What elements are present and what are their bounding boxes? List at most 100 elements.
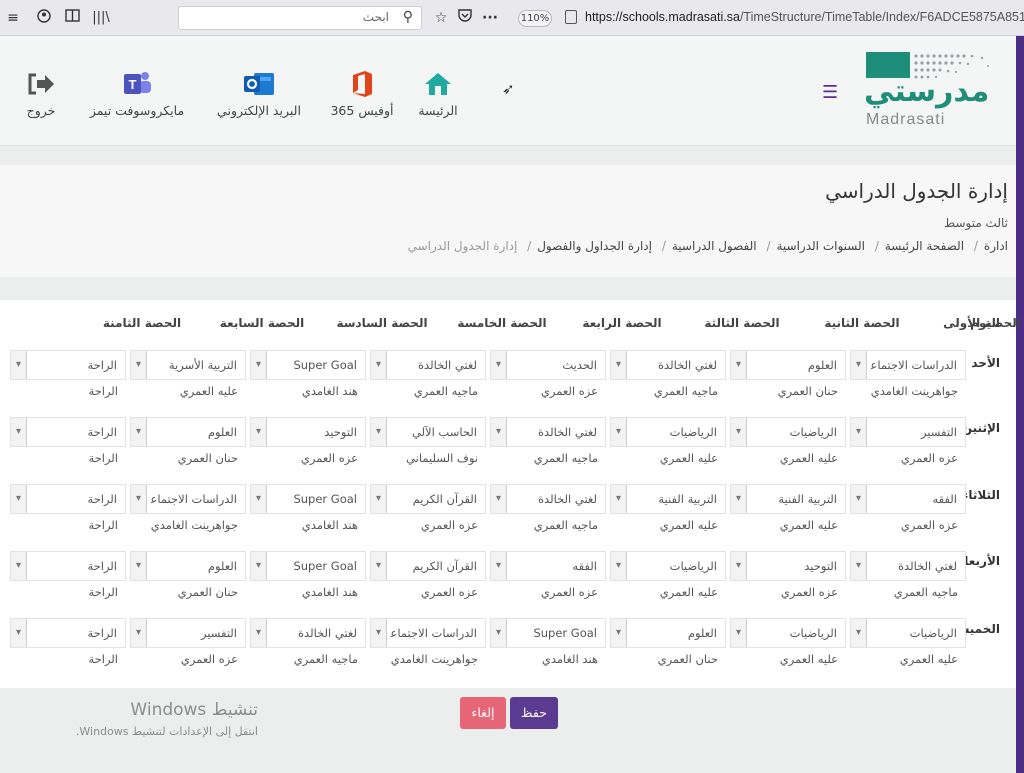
subject-select[interactable]: ▾ الراحة	[10, 618, 126, 648]
subject-select[interactable]: ▾ العلوم	[130, 417, 246, 447]
chevron-down-icon[interactable]: ▾	[11, 351, 27, 379]
subject-select[interactable]: ▾ القرآن الكريم	[370, 551, 486, 581]
search-input[interactable]: ⚲ ابحث	[178, 6, 422, 30]
subject-select[interactable]: ▾ لغتي الخالدة	[250, 618, 366, 648]
account-icon[interactable]	[36, 9, 52, 27]
zoom-level[interactable]: 110%	[518, 10, 552, 27]
subject-select[interactable]: ▾ التفسير	[130, 618, 246, 648]
page-info-icon[interactable]	[565, 10, 577, 24]
chevron-down-icon[interactable]: ▾	[11, 552, 27, 580]
reader-view-icon[interactable]	[64, 9, 80, 27]
subject-select[interactable]: ▾ التوحيد	[730, 551, 846, 581]
subject-select[interactable]: ▾ الراحة	[10, 551, 126, 581]
subject-select[interactable]: ▾ التربية الفنية	[730, 484, 846, 514]
chevron-down-icon[interactable]: ▾	[851, 485, 867, 513]
subject-select[interactable]: ▾ لغتي الخالدة	[370, 350, 486, 380]
cancel-button[interactable]: إلغاء	[460, 697, 506, 729]
breadcrumb-home[interactable]: الصفحة الرئيسة	[885, 239, 964, 253]
subject-select[interactable]: ▾ العلوم	[130, 551, 246, 581]
subject-select[interactable]: ▾ الرياضيات	[730, 618, 846, 648]
chevron-down-icon[interactable]: ▾	[371, 619, 387, 647]
nav-logout[interactable]: خروج	[0, 70, 101, 118]
subject-select[interactable]: ▾ الفقه	[490, 551, 606, 581]
subject-select[interactable]: ▾ التوحيد	[250, 417, 366, 447]
menu-icon[interactable]: ≡	[6, 9, 20, 27]
chevron-down-icon[interactable]: ▾	[11, 619, 27, 647]
chevron-down-icon[interactable]: ▾	[731, 485, 747, 513]
subject-select[interactable]: ▾ لغتي الخالدة	[610, 350, 726, 380]
madrasati-logo[interactable]: مدرستي Madrasati	[858, 48, 998, 128]
chevron-down-icon[interactable]: ▾	[131, 485, 147, 513]
subject-select[interactable]: ▾ الرياضيات	[730, 417, 846, 447]
chevron-down-icon[interactable]: ▾	[371, 485, 387, 513]
subject-select[interactable]: ▾ الراحة	[10, 484, 126, 514]
chevron-down-icon[interactable]: ▾	[851, 552, 867, 580]
subject-select[interactable]: ▾ Super Goal	[250, 484, 366, 514]
chevron-down-icon[interactable]: ▾	[851, 619, 867, 647]
subject-select[interactable]: ▾ التربية الفنية	[610, 484, 726, 514]
chevron-down-icon[interactable]: ▾	[251, 552, 267, 580]
chevron-down-icon[interactable]: ▾	[251, 619, 267, 647]
chevron-down-icon[interactable]: ▾	[371, 351, 387, 379]
chevron-down-icon[interactable]: ▾	[11, 418, 27, 446]
subject-select[interactable]: ▾ الرياضيات	[610, 551, 726, 581]
chevron-down-icon[interactable]: ▾	[851, 418, 867, 446]
chevron-down-icon[interactable]: ▾	[731, 619, 747, 647]
chevron-down-icon[interactable]: ▾	[611, 485, 627, 513]
url-bar[interactable]: https://schools.madrasati.sa/TimeStructu…	[585, 10, 1024, 24]
subject-select[interactable]: ▾ الحاسب الآلي	[370, 417, 486, 447]
chevron-down-icon[interactable]: ▾	[611, 351, 627, 379]
subject-select[interactable]: ▾ الفقه	[850, 484, 966, 514]
chevron-down-icon[interactable]: ▾	[131, 552, 147, 580]
pocket-icon[interactable]	[457, 9, 473, 27]
nav-office365[interactable]: أوفيس 365	[302, 70, 422, 118]
library-icon[interactable]: |||\	[92, 9, 110, 27]
breadcrumb-admin[interactable]: ادارة	[984, 239, 1008, 253]
chevron-down-icon[interactable]: ▾	[851, 351, 867, 379]
chevron-down-icon[interactable]: ▾	[251, 485, 267, 513]
subject-select[interactable]: ▾ Super Goal	[490, 618, 606, 648]
subject-select[interactable]: ▾ Super Goal	[250, 350, 366, 380]
subject-select[interactable]: ▾ الراحة	[10, 417, 126, 447]
chevron-down-icon[interactable]: ▾	[611, 418, 627, 446]
chevron-down-icon[interactable]: ▾	[491, 485, 507, 513]
chevron-down-icon[interactable]: ▾	[251, 418, 267, 446]
subject-select[interactable]: ▾ Super Goal	[250, 551, 366, 581]
chevron-down-icon[interactable]: ▾	[251, 351, 267, 379]
subject-select[interactable]: ▾ العلوم	[730, 350, 846, 380]
subject-select[interactable]: ▾ القرآن الكريم	[370, 484, 486, 514]
subject-select[interactable]: ▾ الراحة	[10, 350, 126, 380]
save-button[interactable]: حفظ	[510, 697, 558, 729]
subject-select[interactable]: ▾ لغتي الخالدة	[490, 484, 606, 514]
subject-select[interactable]: ▾ الدراسات الاجتماعية	[370, 618, 486, 648]
chevron-down-icon[interactable]: ▾	[731, 552, 747, 580]
bookmark-star-icon[interactable]: ☆	[433, 9, 449, 27]
chevron-down-icon[interactable]: ▾	[131, 418, 147, 446]
subject-select[interactable]: ▾ الرياضيات	[850, 618, 966, 648]
more-options-icon[interactable]: ···	[482, 9, 498, 27]
subject-select[interactable]: ▾ لغتي الخالدة	[490, 417, 606, 447]
subject-select[interactable]: ▾ التفسير	[850, 417, 966, 447]
subject-select[interactable]: ▾ الدراسات الاجتماعية	[850, 350, 966, 380]
breadcrumb-tables-classes[interactable]: إدارة الجداول والفصول	[537, 239, 652, 253]
chevron-down-icon[interactable]: ▾	[611, 552, 627, 580]
chevron-down-icon[interactable]: ▾	[131, 351, 147, 379]
breadcrumb-semesters[interactable]: الفصول الدراسية	[672, 239, 757, 253]
chevron-down-icon[interactable]: ▾	[371, 418, 387, 446]
breadcrumb-school-years[interactable]: السنوات الدراسية	[776, 239, 865, 253]
subject-select[interactable]: ▾ الرياضيات	[610, 417, 726, 447]
chevron-down-icon[interactable]: ▾	[611, 619, 627, 647]
subject-select[interactable]: ▾ لغتي الخالدة	[850, 551, 966, 581]
subject-select[interactable]: ▾ العلوم	[610, 618, 726, 648]
chevron-down-icon[interactable]: ▾	[131, 619, 147, 647]
chevron-down-icon[interactable]: ▾	[491, 351, 507, 379]
chevron-down-icon[interactable]: ▾	[731, 351, 747, 379]
chevron-down-icon[interactable]: ▾	[371, 552, 387, 580]
subject-select[interactable]: ▾ الدراسات الاجتماعية	[130, 484, 246, 514]
chevron-down-icon[interactable]: ▾	[491, 418, 507, 446]
chevron-down-icon[interactable]: ▾	[11, 485, 27, 513]
chevron-down-icon[interactable]: ▾	[491, 619, 507, 647]
chevron-down-icon[interactable]: ▾	[491, 552, 507, 580]
nav-outlook[interactable]: البريد الإلكتروني	[199, 70, 319, 118]
chevron-down-icon[interactable]: ▾	[731, 418, 747, 446]
